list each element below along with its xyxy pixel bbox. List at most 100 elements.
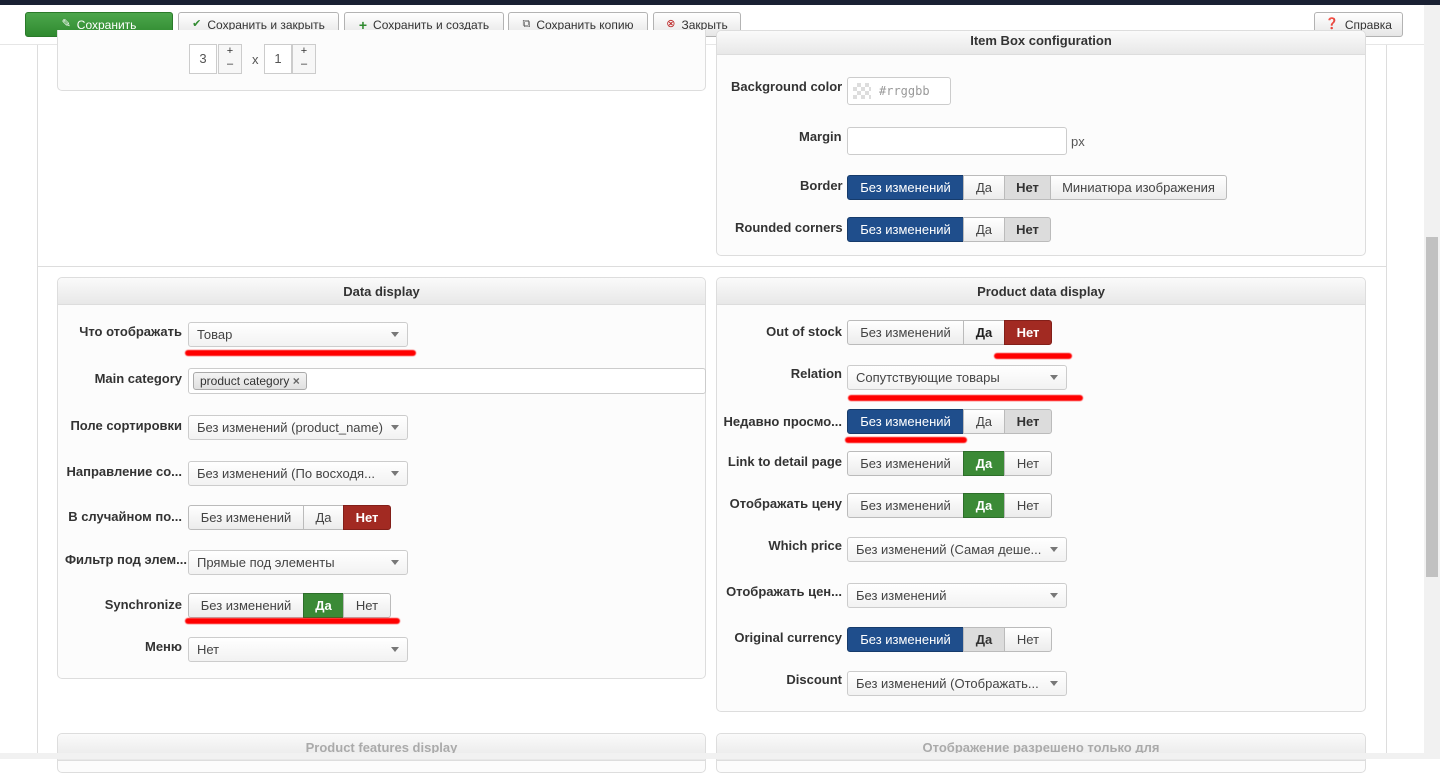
- what-select[interactable]: Товар: [188, 322, 408, 347]
- chevron-down-icon: [391, 332, 399, 337]
- price-option-no[interactable]: Нет: [1004, 493, 1052, 518]
- panel-header: Product data display: [717, 278, 1365, 305]
- divider: [37, 266, 1387, 267]
- item-box-panel: Item Box configuration Background color …: [716, 30, 1366, 256]
- rounded-option-no[interactable]: Нет: [1004, 217, 1051, 242]
- show-price-label: Отображать цену: [730, 496, 842, 511]
- chevron-down-icon: [391, 560, 399, 565]
- scrollbar-thumb[interactable]: [1426, 237, 1438, 577]
- link-option-no[interactable]: Нет: [1004, 451, 1052, 476]
- recent-option-unchanged[interactable]: Без изменений: [847, 409, 964, 434]
- synchronize-label: Synchronize: [105, 597, 182, 612]
- random-label: В случайном по...: [68, 509, 182, 524]
- oos-option-unchanged[interactable]: Без изменений: [847, 320, 964, 345]
- margin-unit: px: [1071, 134, 1085, 149]
- sort-select[interactable]: Без изменений (product_name): [188, 415, 408, 440]
- border-option-yes[interactable]: Да: [963, 175, 1005, 200]
- recently-viewed-label: Недавно просмо...: [723, 414, 842, 429]
- chevron-down-icon: [391, 425, 399, 430]
- vertical-scrollbar[interactable]: [1424, 5, 1440, 759]
- sync-option-yes[interactable]: Да: [303, 593, 344, 618]
- columns-stepper[interactable]: +–: [218, 44, 242, 74]
- panel-header: Item Box configuration: [717, 31, 1365, 55]
- show-price-toggle: Без изменений Да Нет: [847, 493, 1052, 518]
- check-icon: ✔: [192, 19, 201, 30]
- link-detail-label: Link to detail page: [728, 454, 842, 469]
- out-of-stock-toggle: Без изменений Да Нет: [847, 320, 1052, 345]
- relation-label: Relation: [791, 366, 842, 381]
- main-category-label: Main category: [95, 371, 182, 386]
- sort-label: Поле сортировки: [70, 418, 182, 433]
- annotation-underline: [848, 395, 1083, 401]
- rounded-option-unchanged[interactable]: Без изменений: [847, 217, 964, 242]
- remove-tag-icon[interactable]: ×: [293, 374, 300, 388]
- product-display-panel: Product data display Out of stock Без из…: [716, 277, 1366, 712]
- chevron-down-icon: [1050, 375, 1058, 380]
- sync-option-unchanged[interactable]: Без изменений: [188, 593, 304, 618]
- synchronize-toggle: Без изменений Да Нет: [188, 593, 391, 618]
- which-price-select[interactable]: Без изменений (Самая деше...: [847, 537, 1067, 562]
- original-currency-label: Original currency: [734, 630, 842, 645]
- random-option-yes[interactable]: Да: [303, 505, 344, 530]
- copy-icon: ⧉: [522, 19, 530, 30]
- rounded-corners-toggle: Без изменений Да Нет: [847, 217, 1051, 242]
- random-toggle: Без изменений Да Нет: [188, 505, 391, 530]
- main-category-input[interactable]: product category ×: [188, 368, 706, 394]
- chevron-down-icon: [1050, 593, 1058, 598]
- times-sign: x: [252, 52, 259, 67]
- chevron-down-icon: [391, 647, 399, 652]
- filter-select[interactable]: Прямые под элементы: [188, 550, 408, 575]
- question-icon: ❓: [1325, 19, 1339, 30]
- horizontal-scrollbar[interactable]: [0, 753, 1424, 759]
- color-swatch-icon: [853, 83, 871, 99]
- border-label: Border: [800, 178, 843, 193]
- orig-option-no[interactable]: Нет: [1004, 627, 1052, 652]
- edit-icon: ✎: [62, 19, 71, 30]
- price-option-yes[interactable]: Да: [963, 493, 1005, 518]
- link-option-unchanged[interactable]: Без изменений: [847, 451, 964, 476]
- annotation-underline: [845, 437, 967, 443]
- bg-color-input[interactable]: #rrggbb: [847, 77, 951, 105]
- annotation-underline: [185, 350, 416, 356]
- random-option-unchanged[interactable]: Без изменений: [188, 505, 304, 530]
- grid-panel: 3 +– x 1 +–: [57, 30, 706, 91]
- orig-option-unchanged[interactable]: Без изменений: [847, 627, 964, 652]
- rows-input[interactable]: 1: [264, 44, 292, 74]
- border-option-unchanged[interactable]: Без изменений: [847, 175, 964, 200]
- link-detail-toggle: Без изменений Да Нет: [847, 451, 1052, 476]
- discount-label: Discount: [786, 672, 842, 687]
- margin-label: Margin: [799, 129, 842, 144]
- rows-stepper[interactable]: +–: [292, 44, 316, 74]
- menu-select[interactable]: Нет: [188, 637, 408, 662]
- chevron-down-icon: [1050, 681, 1058, 686]
- margin-input[interactable]: [847, 127, 1067, 155]
- annotation-underline: [185, 618, 400, 624]
- menu-label: Меню: [145, 639, 182, 654]
- annotation-underline: [994, 353, 1072, 359]
- border-option-no[interactable]: Нет: [1004, 175, 1051, 200]
- relation-select[interactable]: Сопутствующие товары: [847, 365, 1067, 390]
- sync-option-no[interactable]: Нет: [343, 593, 391, 618]
- recent-option-yes[interactable]: Да: [963, 409, 1005, 434]
- direction-select[interactable]: Без изменений (По восходя...: [188, 461, 408, 486]
- link-option-yes[interactable]: Да: [963, 451, 1005, 476]
- which-price-label: Which price: [768, 538, 842, 553]
- show-price2-select[interactable]: Без изменений: [847, 583, 1067, 608]
- border-toggle: Без изменений Да Нет Миниатюра изображен…: [847, 175, 1227, 200]
- rounded-option-yes[interactable]: Да: [963, 217, 1005, 242]
- direction-label: Направление со...: [67, 464, 182, 479]
- orig-option-yes[interactable]: Да: [963, 627, 1005, 652]
- random-option-no[interactable]: Нет: [343, 505, 391, 530]
- recently-viewed-toggle: Без изменений Да Нет: [847, 409, 1052, 434]
- discount-select[interactable]: Без изменений (Отображать...: [847, 671, 1067, 696]
- chevron-down-icon: [391, 471, 399, 476]
- panel-header: Data display: [58, 278, 705, 305]
- oos-option-no[interactable]: Нет: [1004, 320, 1052, 345]
- columns-input[interactable]: 3: [189, 44, 217, 74]
- price-option-unchanged[interactable]: Без изменений: [847, 493, 964, 518]
- close-icon: ⊗: [666, 19, 675, 30]
- filter-label: Фильтр под элем...: [65, 552, 187, 567]
- border-option-thumbnail[interactable]: Миниатюра изображения: [1050, 175, 1227, 200]
- oos-option-yes[interactable]: Да: [963, 320, 1005, 345]
- recent-option-no[interactable]: Нет: [1004, 409, 1052, 434]
